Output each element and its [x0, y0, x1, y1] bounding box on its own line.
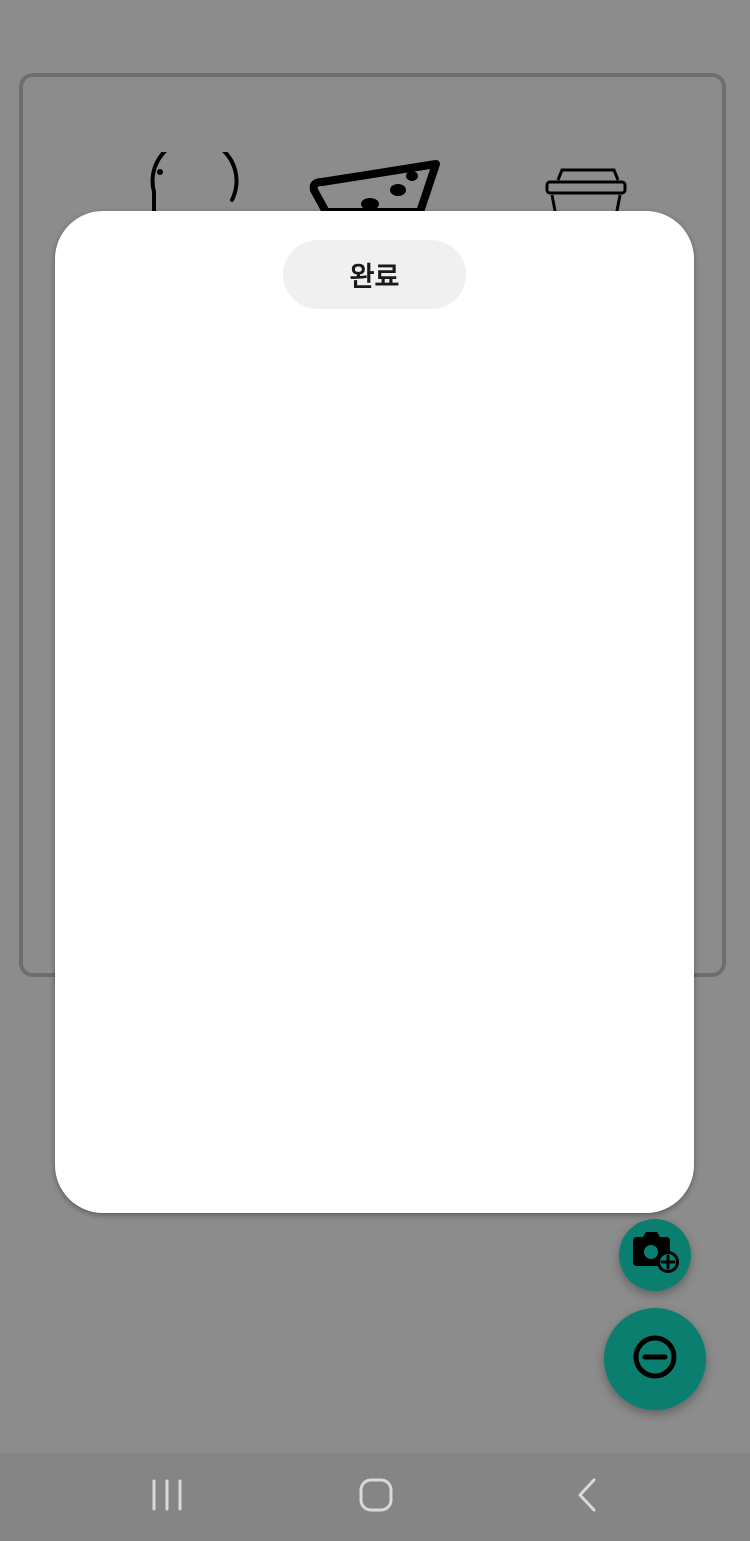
- remove-circle-icon: [631, 1333, 679, 1385]
- home-button[interactable]: [346, 1477, 406, 1517]
- back-button[interactable]: [557, 1477, 617, 1517]
- recent-apps-icon: [150, 1479, 184, 1515]
- modal-dialog: 완료: [55, 211, 694, 1213]
- add-photo-button[interactable]: [619, 1219, 691, 1291]
- recent-apps-button[interactable]: [137, 1477, 197, 1517]
- system-navigation-bar: [0, 1453, 750, 1541]
- remove-button[interactable]: [604, 1308, 706, 1410]
- back-icon: [575, 1477, 599, 1517]
- home-icon: [358, 1477, 394, 1517]
- camera-add-icon: [630, 1231, 680, 1279]
- done-button[interactable]: 완료: [283, 240, 466, 309]
